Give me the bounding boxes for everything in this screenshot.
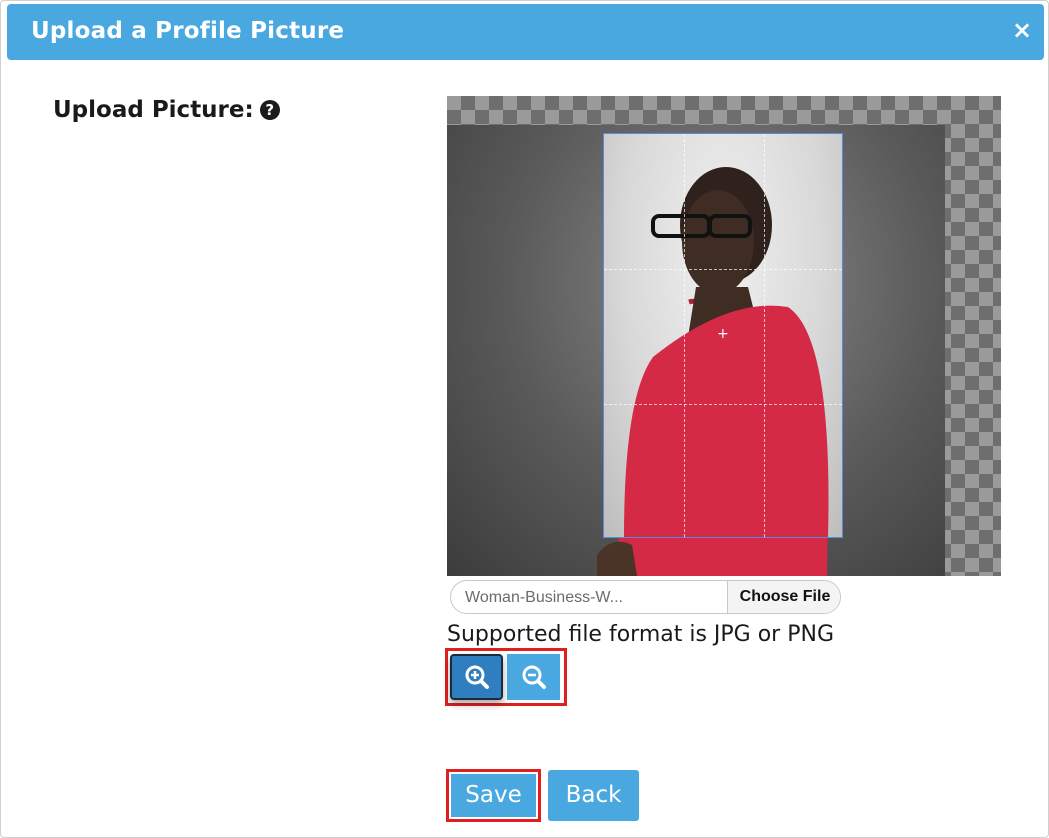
upload-picture-label: Upload Picture: [53, 97, 254, 123]
modal-title: Upload a Profile Picture [31, 18, 345, 44]
zoom-out-button[interactable] [507, 654, 560, 700]
crop-grid-line [684, 134, 685, 537]
save-button[interactable]: Save [451, 774, 536, 817]
close-icon[interactable]: × [1012, 16, 1032, 44]
image-cropper[interactable]: + [447, 96, 1001, 576]
save-button-highlight: Save [446, 769, 541, 822]
crop-grid-line [604, 404, 842, 405]
crop-grid-line [764, 134, 765, 537]
crop-selection-box[interactable]: + [603, 133, 843, 538]
upload-picture-label-row: Upload Picture:? [53, 97, 280, 123]
file-input[interactable]: Woman-Business-W... Choose File [450, 580, 841, 614]
crop-grid-line [604, 269, 842, 270]
selected-file-name: Woman-Business-W... [465, 589, 623, 606]
zoom-controls [445, 648, 567, 706]
question-circle-icon[interactable]: ? [259, 100, 280, 120]
choose-file-button[interactable]: Choose File [727, 581, 840, 613]
supported-format-text: Supported file format is JPG or PNG [447, 622, 834, 647]
zoom-in-icon [465, 665, 489, 689]
crop-center-icon: + [717, 326, 729, 342]
zoom-in-button[interactable] [450, 654, 503, 700]
upload-profile-picture-modal: Upload a Profile Picture × Upload Pictur… [0, 0, 1049, 838]
back-button[interactable]: Back [548, 770, 639, 821]
zoom-out-icon [522, 665, 546, 689]
modal-header: Upload a Profile Picture × [7, 4, 1044, 60]
